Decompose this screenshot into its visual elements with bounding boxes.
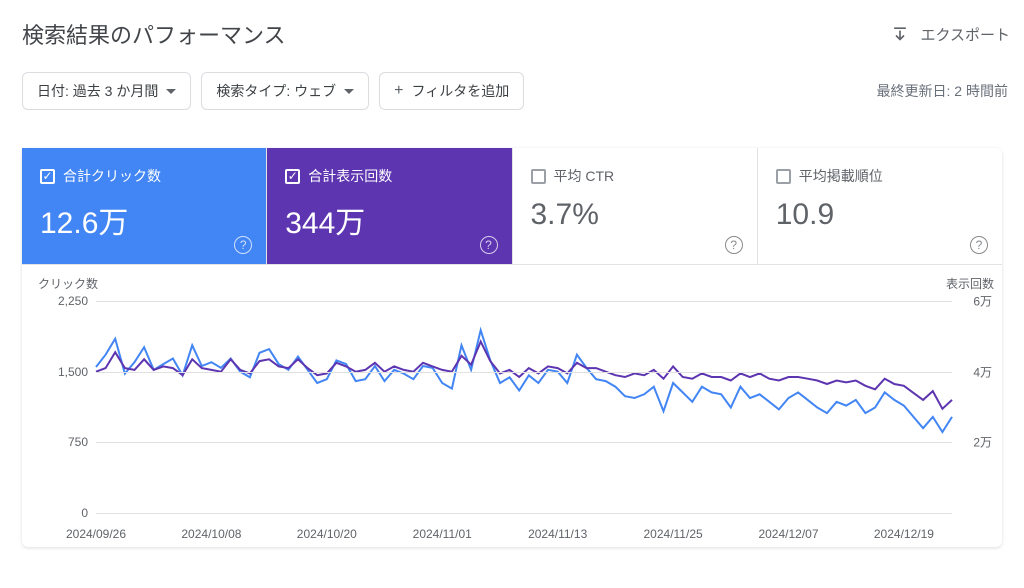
- checkbox-checked-icon: ✓: [40, 169, 55, 184]
- card-value: 12.6万: [40, 198, 248, 242]
- add-filter-button[interactable]: + フィルタを追加: [379, 72, 524, 110]
- plus-icon: +: [394, 83, 403, 99]
- y-tick-right: 2万: [973, 434, 992, 451]
- export-button[interactable]: エクスポート: [890, 24, 1010, 45]
- card-value: 344万: [285, 198, 493, 242]
- y-axis-left-title: クリック数: [38, 275, 98, 292]
- x-tick: 2024/12/07: [758, 527, 818, 541]
- x-tick: 2024/11/25: [643, 527, 702, 541]
- card-avg-ctr[interactable]: 平均 CTR 3.7% ?: [512, 148, 757, 264]
- series-クリック数: [96, 330, 952, 432]
- date-filter-label: 日付: 過去 3 か月間: [37, 81, 158, 101]
- card-total-impressions[interactable]: ✓ 合計表示回数 344万 ?: [266, 148, 511, 264]
- x-tick: 2024/10/20: [297, 527, 357, 541]
- last-updated: 最終更新日: 2 時間前: [877, 81, 1010, 101]
- chart-lines: [96, 301, 952, 513]
- x-tick: 2024/09/26: [66, 527, 126, 541]
- x-tick: 2024/12/19: [874, 527, 934, 541]
- checkbox-checked-icon: ✓: [285, 169, 300, 184]
- chevron-down-icon: [344, 89, 354, 94]
- help-icon[interactable]: ?: [480, 236, 498, 254]
- plot-area: [96, 301, 952, 513]
- chevron-down-icon: [166, 89, 176, 94]
- search-type-label: 検索タイプ: ウェブ: [216, 81, 336, 101]
- card-label: 平均 CTR: [554, 166, 615, 186]
- card-avg-position[interactable]: 平均掲載順位 10.9 ?: [757, 148, 1002, 264]
- y-tick-left: 2,250: [32, 294, 88, 308]
- export-label: エクスポート: [920, 24, 1010, 45]
- date-filter[interactable]: 日付: 過去 3 か月間: [22, 72, 191, 110]
- filter-bar: 日付: 過去 3 か月間 検索タイプ: ウェブ + フィルタを追加 最終更新日:…: [0, 54, 1024, 110]
- checkbox-unchecked-icon: [531, 169, 546, 184]
- y-tick-right: 4万: [973, 363, 992, 380]
- series-表示回数: [96, 342, 952, 409]
- help-icon[interactable]: ?: [234, 236, 252, 254]
- download-icon: [890, 24, 910, 44]
- card-total-clicks[interactable]: ✓ 合計クリック数 12.6万 ?: [22, 148, 266, 264]
- help-icon[interactable]: ?: [970, 236, 988, 254]
- card-label: 平均掲載順位: [799, 166, 883, 186]
- search-type-filter[interactable]: 検索タイプ: ウェブ: [201, 72, 369, 110]
- performance-chart: クリック数 表示回数 2,250 1,500 750 0 6万 4万 2万 2024/09/2…: [22, 265, 1002, 547]
- help-icon[interactable]: ?: [725, 236, 743, 254]
- card-value: 10.9: [776, 198, 984, 232]
- y-tick-left: 0: [32, 506, 88, 520]
- y-tick-left: 1,500: [32, 365, 88, 379]
- card-value: 3.7%: [531, 198, 739, 232]
- performance-panel: ✓ 合計クリック数 12.6万 ? ✓ 合計表示回数 344万 ? 平均 CTR…: [22, 148, 1002, 547]
- x-tick: 2024/11/13: [528, 527, 587, 541]
- x-tick: 2024/11/01: [413, 527, 472, 541]
- y-axis-right-title: 表示回数: [946, 275, 994, 292]
- page-title: 検索結果のパフォーマンス: [22, 18, 286, 50]
- card-label: 合計クリック数: [63, 166, 161, 186]
- checkbox-unchecked-icon: [776, 169, 791, 184]
- card-label: 合計表示回数: [308, 166, 392, 186]
- add-filter-label: フィルタを追加: [411, 81, 509, 101]
- metric-cards: ✓ 合計クリック数 12.6万 ? ✓ 合計表示回数 344万 ? 平均 CTR…: [22, 148, 1002, 265]
- x-tick: 2024/10/08: [181, 527, 241, 541]
- y-tick-left: 750: [32, 435, 88, 449]
- y-tick-right: 6万: [973, 293, 992, 310]
